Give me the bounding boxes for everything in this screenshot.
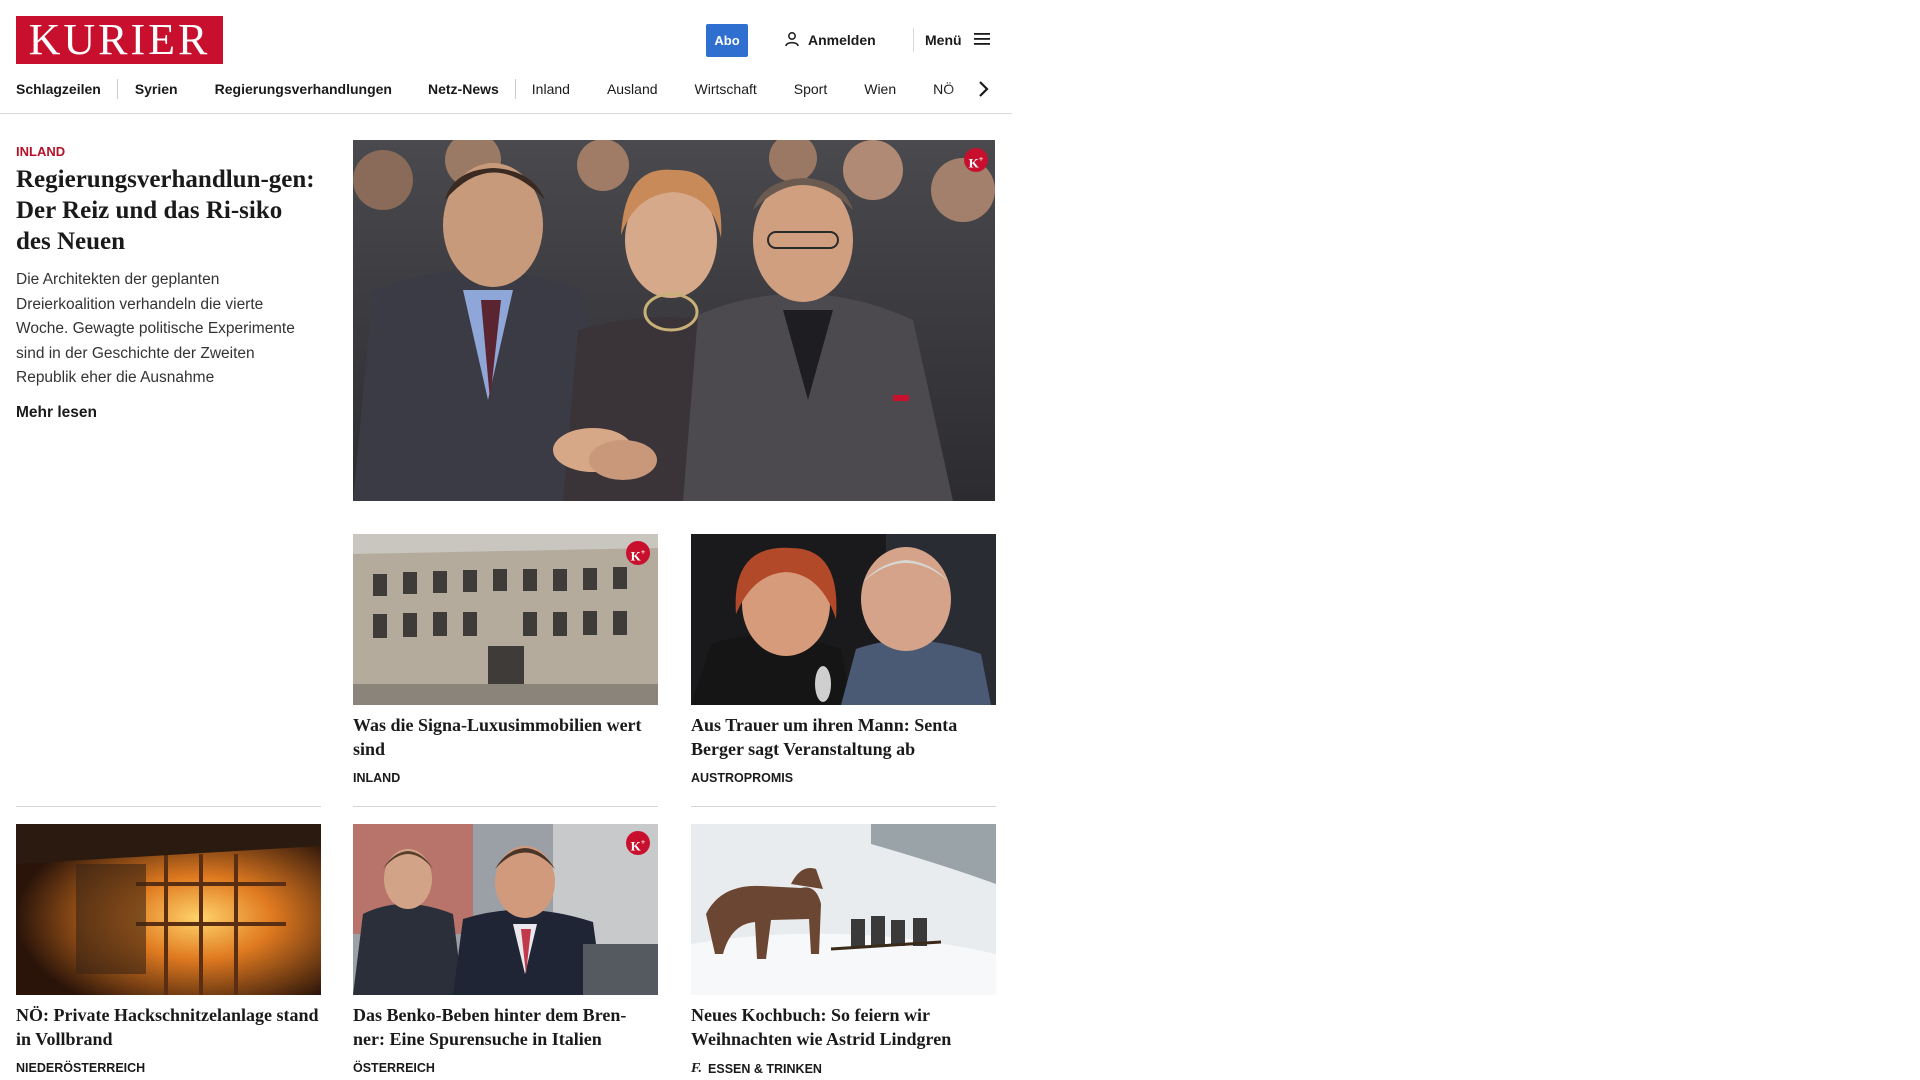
nav-item-inland[interactable]: Inland [532,81,570,97]
nav-item-ausland[interactable]: Ausland [607,81,658,97]
nav-separator [514,79,516,99]
card-headline[interactable]: Aus Trauer um ihren Mann: Senta Berger s… [691,713,996,761]
nav-item-netz-news[interactable]: Netz-News [428,81,499,97]
nav-separator [116,79,118,99]
card-image-benko[interactable]: K+ [353,824,658,995]
menu-label: Menü [925,32,962,48]
card-image-senta-berger[interactable] [691,534,996,705]
nav-item-wien[interactable]: Wien [864,81,896,97]
card-category[interactable]: ÖSTERREICH [353,1061,435,1075]
card-image-fire[interactable] [16,824,321,995]
abo-button[interactable]: Abo [706,24,748,57]
nav-item-syrien[interactable]: Syrien [135,81,178,97]
card-image-snow-sled[interactable] [691,824,996,995]
lead-kicker[interactable]: INLAND [16,144,65,159]
card-category[interactable]: f. ESSEN & TRINKEN [691,1061,822,1077]
card-category[interactable]: NIEDERÖSTERREICH [16,1061,145,1075]
chevron-right-icon[interactable] [973,78,995,100]
menu-button[interactable]: Menü [925,30,990,50]
card-category[interactable]: INLAND [353,771,400,785]
hamburger-icon [973,32,990,49]
freizeit-f-icon: f. [691,1061,703,1076]
nav-item-regierungsverhandlungen[interactable]: Regierungsverhandlungen [215,81,392,97]
nav-item-wirtschaft[interactable]: Wirtschaft [695,81,757,97]
row-divider [353,806,658,807]
card-category-label: ESSEN & TRINKEN [708,1062,822,1076]
site-header: KURIER Abo Anmelden Menü Schlagzeilen Sy… [0,0,1012,114]
login-button[interactable]: Anmelden [784,30,876,50]
card-image-signa[interactable]: K+ [353,534,658,705]
lead-headline[interactable]: Regierungsverhandlun-gen: Der Reiz und d… [16,164,316,257]
row-divider [691,806,996,807]
card-headline[interactable]: Das Benko-Beben hinter dem Bren-ner: Ein… [353,1003,658,1051]
nav-item-schlagzeilen[interactable]: Schlagzeilen [16,81,101,97]
header-divider [913,28,914,52]
login-label: Anmelden [808,32,876,48]
card-headline[interactable]: Was die Signa-Luxusimmobilien wert sind [353,713,658,761]
kurier-logo[interactable]: KURIER [16,16,223,64]
card-headline[interactable]: Neues Kochbuch: So feiern wir Weihnachte… [691,1003,996,1051]
row-divider [16,806,321,807]
card-headline[interactable]: NÖ: Private Hackschnitzelanlage stand in… [16,1003,321,1051]
premium-badge-icon: K+ [626,541,650,565]
card-category[interactable]: AUSTROPROMIS [691,771,793,785]
nav-item-sport[interactable]: Sport [794,81,827,97]
read-more-link[interactable]: Mehr lesen [16,404,97,422]
user-icon [784,31,800,50]
premium-badge-icon: K+ [626,831,650,855]
lead-teaser-text: Die Architekten der geplanten Dreierkoal… [16,271,295,386]
category-nav: Schlagzeilen Syrien Regierungsverhandlun… [16,78,990,100]
premium-badge-icon: K+ [964,148,988,172]
lead-image[interactable]: K+ [353,140,995,501]
